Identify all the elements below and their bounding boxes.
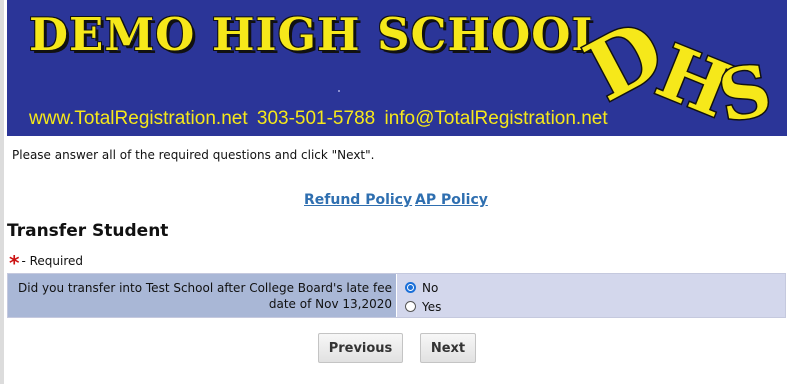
banner-dot	[338, 90, 340, 92]
school-banner: DEMO HIGH SCHOOL www.TotalRegistration.n…	[7, 0, 787, 136]
option-yes[interactable]: Yes	[405, 297, 785, 316]
svg-text:S: S	[713, 48, 777, 136]
previous-button[interactable]: Previous	[318, 333, 403, 363]
instructions-text: Please answer all of the required questi…	[12, 148, 375, 162]
question-label: Did you transfer into Test School after …	[8, 274, 397, 317]
option-no[interactable]: No	[405, 278, 785, 297]
question-row: Did you transfer into Test School after …	[7, 273, 786, 318]
required-note: - Required	[21, 254, 84, 268]
radio-yes[interactable]	[405, 301, 416, 312]
school-name: DEMO HIGH SCHOOL	[29, 8, 605, 61]
option-no-label: No	[422, 280, 439, 295]
answer-options: No Yes	[397, 274, 785, 317]
option-yes-label: Yes	[422, 299, 442, 314]
ap-policy-link[interactable]: AP Policy	[415, 192, 488, 208]
required-star-icon: *	[9, 251, 20, 275]
next-button[interactable]: Next	[420, 333, 476, 363]
dhs-logo: D H S	[569, 1, 778, 136]
contact-info: www.TotalRegistration.net 303-501-5788 i…	[29, 108, 608, 129]
refund-policy-link[interactable]: Refund Policy	[304, 192, 412, 208]
left-border	[0, 0, 4, 384]
section-title: Transfer Student	[7, 221, 169, 241]
radio-no[interactable]	[405, 282, 416, 293]
required-legend: * - Required	[9, 251, 83, 275]
